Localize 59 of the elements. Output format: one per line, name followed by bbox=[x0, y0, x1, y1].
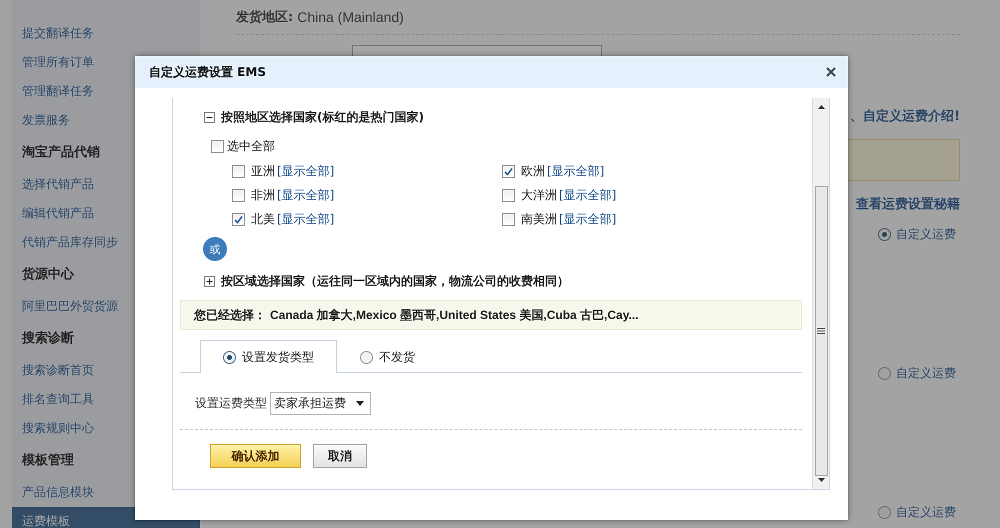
section-title: 按照地区选择国家(标红的是热门国家) bbox=[221, 108, 424, 126]
radio-label: 自定义运费 bbox=[896, 226, 956, 242]
radio-label: 自定义运费 bbox=[896, 504, 956, 520]
checkbox[interactable] bbox=[502, 212, 515, 226]
show-all-link[interactable]: [显示全部] bbox=[277, 186, 334, 204]
checkbox[interactable] bbox=[232, 188, 245, 202]
checkbox-label: 南美洲 bbox=[521, 210, 557, 228]
checkbox-label: 选中全部 bbox=[227, 138, 275, 154]
field-label: 发货地区: bbox=[236, 9, 294, 26]
tab[interactable]: 不发货 bbox=[337, 340, 438, 373]
field-value: China (Mainland) bbox=[297, 9, 404, 25]
radio-button[interactable] bbox=[223, 350, 236, 364]
dialog-title: 自定义运费设置 EMS bbox=[149, 64, 266, 80]
checkbox-label: 北美 bbox=[251, 210, 275, 228]
summary-value: Canada 加拿大,Mexico 墨西哥,United States 美国,Cuba 古巴,Cay... bbox=[270, 306, 639, 324]
checkbox[interactable] bbox=[232, 164, 245, 178]
section-heading: 模板管理 bbox=[22, 452, 75, 470]
field-label: 设置运费类型 bbox=[195, 394, 267, 412]
scroll-thumb[interactable] bbox=[814, 186, 828, 476]
radio-button[interactable] bbox=[878, 228, 891, 240]
checkbox[interactable] bbox=[232, 212, 245, 226]
checkbox-label: 大洋洲 bbox=[521, 186, 557, 204]
confirm-button[interactable]: 确认添加 bbox=[210, 444, 301, 468]
sidebar-item[interactable]: 提交翻译任务 bbox=[22, 19, 200, 48]
collapse-icon[interactable] bbox=[204, 112, 215, 122]
close-icon bbox=[826, 67, 836, 77]
show-all-link[interactable]: [显示全部] bbox=[547, 162, 604, 180]
show-all-link[interactable]: [显示全部] bbox=[277, 210, 334, 228]
section-heading: 淘宝产品代销 bbox=[22, 144, 101, 162]
show-all-link[interactable]: [显示全部] bbox=[559, 210, 616, 228]
checkbox[interactable] bbox=[211, 140, 224, 152]
scroll-up-icon bbox=[816, 104, 826, 110]
grip-icon bbox=[817, 328, 825, 334]
tab[interactable]: 设置发货类型 bbox=[200, 340, 337, 373]
dropdown[interactable]: 卖家承担运费 bbox=[270, 392, 371, 414]
section-heading: 搜索诊断 bbox=[22, 330, 75, 348]
tab-label: 设置发货类型 bbox=[242, 348, 314, 366]
scrollbar[interactable] bbox=[812, 98, 829, 489]
intro-link[interactable]: 、自定义运费介绍! bbox=[850, 107, 960, 125]
checkbox-label: 非洲 bbox=[251, 186, 275, 204]
checkbox[interactable] bbox=[502, 164, 515, 178]
show-all-link[interactable]: [显示全部] bbox=[277, 162, 334, 180]
cancel-button[interactable]: 取消 bbox=[313, 444, 367, 468]
radio-button[interactable] bbox=[360, 350, 373, 364]
tab-label: 不发货 bbox=[379, 348, 415, 366]
radio-button[interactable] bbox=[878, 366, 891, 380]
expand-icon[interactable] bbox=[204, 276, 215, 286]
radio-button[interactable] bbox=[878, 506, 891, 518]
summary-label: 您已经选择： bbox=[194, 306, 266, 324]
section-heading: 货源中心 bbox=[22, 266, 76, 284]
show-all-link[interactable]: [显示全部] bbox=[559, 186, 616, 204]
caret-icon bbox=[356, 400, 364, 406]
radio-label: 自定义运费 bbox=[896, 364, 956, 382]
section-title: 按区域选择国家（运往同一区域内的国家，物流公司的收费相同） bbox=[221, 272, 569, 290]
tips-link[interactable]: 查看运费设置秘籍 bbox=[856, 195, 960, 213]
checkbox-label: 亚洲 bbox=[251, 162, 275, 180]
checkbox-label: 欧洲 bbox=[521, 162, 545, 180]
or-badge: 或 bbox=[203, 237, 227, 261]
checkbox[interactable] bbox=[502, 188, 515, 202]
